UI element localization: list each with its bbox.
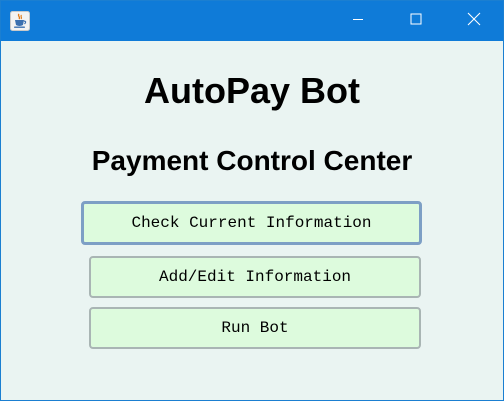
run-bot-button[interactable]: Run Bot	[89, 307, 421, 349]
java-coffee-cup-icon	[10, 11, 30, 31]
page-subtitle: Payment Control Center	[91, 145, 413, 176]
check-current-information-button[interactable]: Check Current Information	[81, 201, 422, 245]
app-title: AutoPay Bot	[144, 70, 360, 111]
minimize-icon	[352, 12, 364, 30]
minimize-button[interactable]	[329, 1, 387, 41]
maximize-icon	[410, 12, 422, 30]
close-button[interactable]	[445, 1, 503, 41]
add-edit-information-button[interactable]: Add/Edit Information	[89, 256, 421, 298]
title-bar[interactable]	[1, 1, 503, 41]
maximize-button[interactable]	[387, 1, 445, 41]
close-icon	[467, 12, 481, 31]
app-window: AutoPay Bot Payment Control Center Check…	[0, 0, 504, 401]
